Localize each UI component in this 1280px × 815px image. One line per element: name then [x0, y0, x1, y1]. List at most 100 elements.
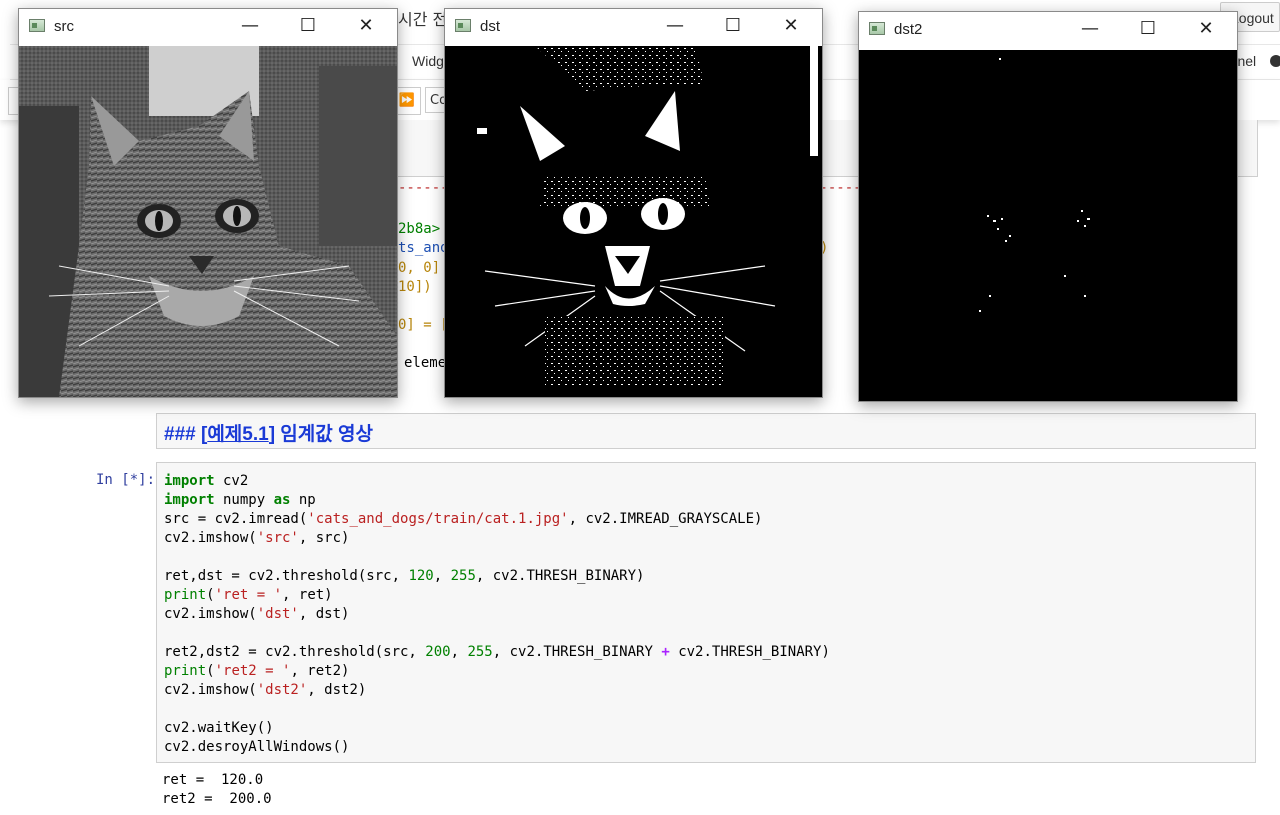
close-button[interactable]: ✕: [1183, 12, 1229, 48]
code-token: 'cats_and_dogs/train/cat.1.jpg': [307, 511, 569, 527]
minimize-icon: —: [666, 15, 684, 36]
code-token: cv2.imshow(: [164, 682, 257, 698]
fast-forward-icon: ⏩: [398, 93, 416, 108]
code-token: , cv2.IMREAD_GRAYSCALE): [568, 511, 763, 527]
window-dst[interactable]: dst — ☐ ✕: [444, 8, 823, 398]
minimize-icon: —: [1081, 18, 1099, 39]
close-icon: ✕: [358, 15, 374, 36]
code-token: , ret2): [290, 663, 350, 679]
close-button[interactable]: ✕: [343, 9, 389, 45]
app-icon: [455, 19, 471, 32]
minimize-button[interactable]: —: [652, 9, 698, 45]
code-token: 'dst2': [256, 682, 308, 698]
close-button[interactable]: ✕: [768, 9, 814, 45]
window-titlebar[interactable]: dst — ☐ ✕: [445, 9, 822, 45]
image-src: [19, 46, 397, 397]
code-token: 'ret2 = ': [214, 663, 291, 679]
close-icon: ✕: [783, 15, 799, 36]
code-line: cv2.imshow('dst', dst): [164, 605, 830, 624]
markdown-cell[interactable]: ### [예제5.1] 임계값 영상: [156, 413, 1256, 449]
code-token: ret,dst = cv2.threshold(src,: [164, 568, 409, 584]
code-line: print('ret = ', ret): [164, 586, 830, 605]
peek-text: 2b8a>: [398, 221, 441, 237]
code-token: 120: [408, 568, 434, 584]
window-title: src: [54, 18, 74, 35]
app-icon: [869, 22, 885, 35]
window-titlebar[interactable]: src — ☐ ✕: [19, 9, 397, 45]
minimize-button[interactable]: —: [227, 9, 273, 45]
window-titlebar[interactable]: dst2 — ☐ ✕: [859, 12, 1237, 48]
code-line: import cv2: [164, 472, 830, 491]
code-token: ,: [450, 644, 468, 660]
output-line: ret = 120.0: [162, 772, 264, 788]
peek-text: 0] = [: [398, 317, 449, 333]
maximize-icon: ☐: [1139, 18, 1157, 39]
window-src[interactable]: src — ☐ ✕: [18, 8, 398, 398]
code-token: src = cv2.imread(: [164, 511, 308, 527]
peek-text: 10]): [398, 279, 432, 295]
image-dst: [445, 46, 822, 397]
maximize-button[interactable]: ☐: [710, 9, 756, 45]
code-token: cv2.imshow(: [164, 606, 257, 622]
maximize-icon: ☐: [299, 15, 317, 36]
code-token: , cv2.THRESH_BINARY: [492, 644, 662, 660]
heading-link[interactable]: 예제5.1: [207, 424, 268, 445]
code-editor[interactable]: import cv2 import numpy as np src = cv2.im…: [164, 472, 830, 757]
minimize-icon: —: [241, 15, 259, 36]
cell-output: ret = 120.0 ret2 = 200.0: [162, 771, 272, 809]
grayscale-cat-image: [19, 46, 397, 397]
code-line: print('ret2 = ', ret2): [164, 662, 830, 681]
menu-widgets[interactable]: Widg: [412, 53, 444, 69]
code-line: src = cv2.imread('cats_and_dogs/train/ca…: [164, 510, 830, 529]
code-line: cv2.desroyAllWindows(): [164, 738, 830, 757]
close-icon: ✕: [1198, 18, 1214, 39]
code-line: ret,dst = cv2.threshold(src, 120, 255, c…: [164, 567, 830, 586]
code-token: ret2,dst2 = cv2.threshold(src,: [164, 644, 426, 660]
maximize-button[interactable]: ☐: [1125, 12, 1171, 48]
code-token: ,: [433, 568, 451, 584]
peek-text: ts_and: [398, 240, 449, 256]
code-token: np: [290, 492, 316, 508]
binary-cat-image-120: [445, 46, 822, 397]
cell-prompt: In [*]:: [96, 472, 156, 488]
code-token: cv2.desroyAllWindows(): [164, 739, 350, 755]
maximize-icon: ☐: [724, 15, 742, 36]
code-token: 'ret = ': [214, 587, 283, 603]
code-token: (: [206, 587, 215, 603]
code-token: 'src': [256, 530, 299, 546]
output-line: ret2 = 200.0: [162, 791, 272, 807]
heading-suffix: ] 임계값 영상: [268, 424, 373, 445]
code-line: cv2.imshow('dst2', dst2): [164, 681, 830, 700]
code-token: , dst2): [307, 682, 367, 698]
window-title: dst: [480, 18, 501, 35]
binary-cat-image-200: [859, 50, 1237, 401]
code-token: print: [164, 663, 207, 679]
code-cell[interactable]: import cv2 import numpy as np src = cv2.im…: [156, 462, 1256, 763]
code-token: 255: [450, 568, 476, 584]
code-line: import numpy as np: [164, 491, 830, 510]
minimize-button[interactable]: —: [1067, 12, 1113, 48]
code-token: import: [164, 492, 215, 508]
image-dst2: [859, 50, 1237, 401]
code-line: ret2,dst2 = cv2.threshold(src, 200, 255,…: [164, 643, 830, 662]
peek-text: eleme: [404, 355, 447, 371]
kernel-status-icon: [1270, 55, 1280, 67]
maximize-button[interactable]: ☐: [285, 9, 331, 45]
code-token: 'dst': [256, 606, 299, 622]
window-title: dst2: [894, 21, 923, 38]
code-token: cv2: [214, 473, 249, 489]
code-token: , dst): [298, 606, 350, 622]
code-token: , src): [298, 530, 350, 546]
code-token: import: [164, 473, 215, 489]
heading-prefix: ### [: [164, 424, 208, 445]
code-token: as: [273, 492, 291, 508]
peek-text: 0, 0]: [398, 260, 441, 276]
app-icon: [29, 19, 45, 32]
window-dst2[interactable]: dst2 — ☐ ✕: [858, 11, 1238, 402]
code-line: cv2.imshow('src', src): [164, 529, 830, 548]
code-token: (: [206, 663, 215, 679]
code-token: numpy: [214, 492, 274, 508]
